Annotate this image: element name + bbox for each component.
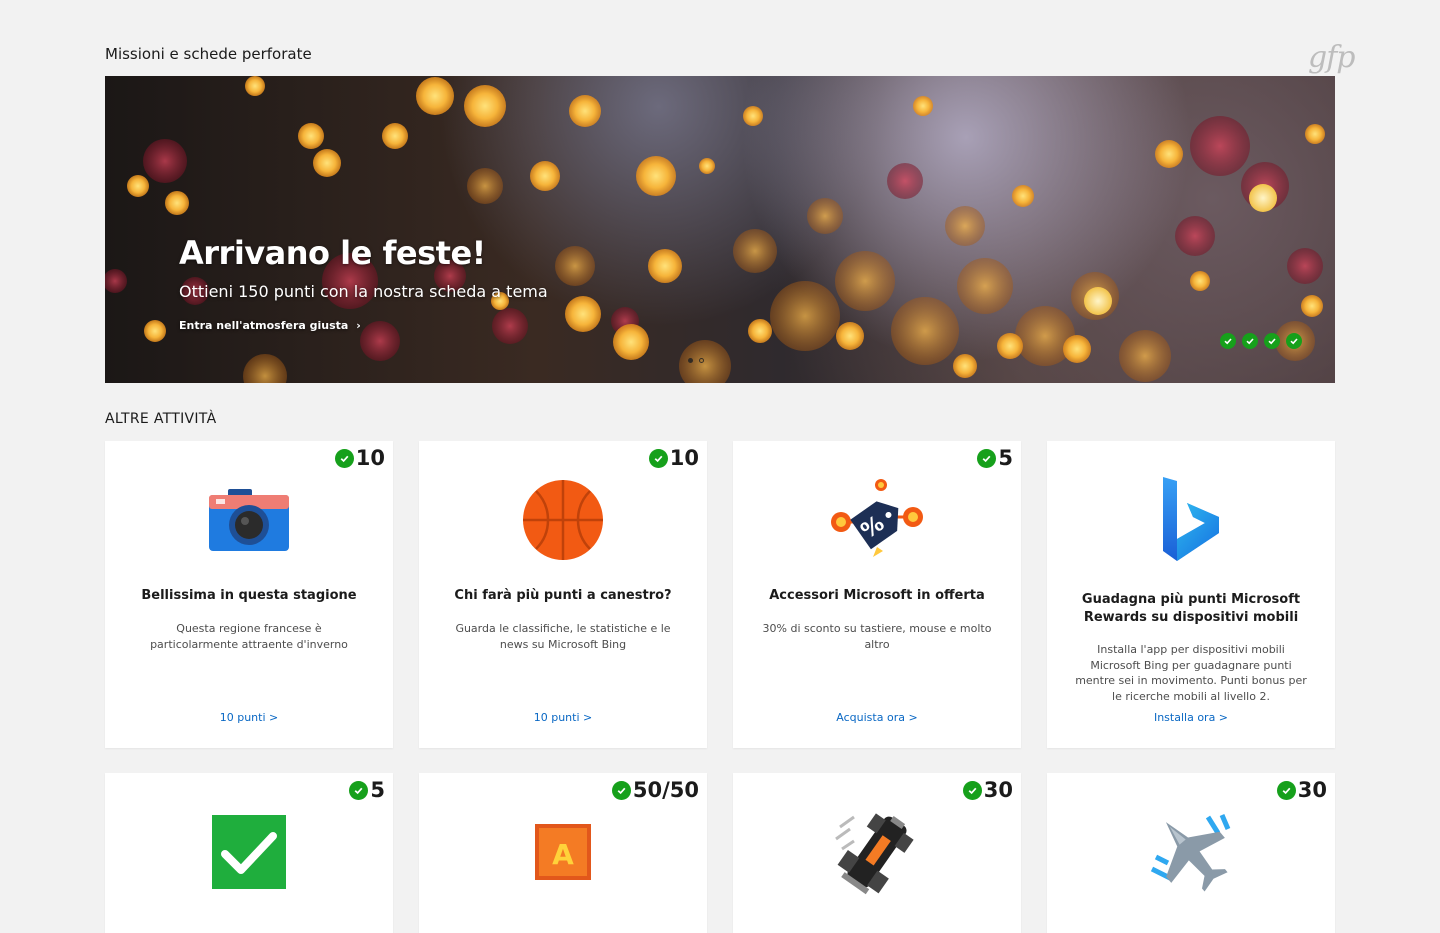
check-circle-icon: [1242, 333, 1258, 349]
basketball-icon: [419, 475, 707, 565]
hero-link-label: Entra nell'atmosfera giusta: [179, 319, 349, 332]
points-badge: 5: [977, 446, 1013, 470]
activity-card[interactable]: 5: [105, 773, 393, 933]
activity-card[interactable]: Guadagna più punti Microsoft Rewards su …: [1047, 441, 1335, 748]
points-value: 50/50: [632, 778, 699, 802]
hero-subtitle: Ottieni 150 punti con la nostra scheda a…: [179, 282, 548, 301]
card-title: Bellissima in questa stagione: [141, 588, 357, 603]
check-circle-icon: [1286, 333, 1302, 349]
card-link[interactable]: 10 punti >: [105, 711, 393, 724]
points-value: 5: [998, 446, 1013, 470]
check-circle-icon: [1220, 333, 1236, 349]
section-title: Missioni e schede perforate: [105, 45, 312, 63]
hero-progress-checks: [1220, 333, 1302, 349]
check-circle-icon: [648, 448, 668, 468]
points-badge: 50/50: [611, 778, 699, 802]
letter-block-icon: A: [419, 807, 707, 897]
hero-banner[interactable]: Arrivano le feste! Ottieni 150 punti con…: [105, 76, 1335, 383]
points-value: 30: [983, 778, 1013, 802]
jet-plane-icon: [1047, 807, 1335, 897]
check-circle-icon: [1264, 333, 1280, 349]
card-description: Questa regione francese è particolarment…: [150, 622, 348, 651]
activity-card[interactable]: 30: [1047, 773, 1335, 933]
points-badge: 30: [1276, 778, 1327, 802]
activity-card[interactable]: 10 Bellissima in questa stagione Questa r…: [105, 441, 393, 748]
check-circle-icon: [334, 448, 354, 468]
points-value: 30: [1297, 778, 1327, 802]
card-description: Guarda le classifiche, le statistiche e …: [455, 622, 671, 651]
card-link[interactable]: Installa ora >: [1047, 711, 1335, 724]
points-value: 10: [355, 446, 385, 470]
activity-card[interactable]: 5 % Accessori Microsoft in offerta 30% di…: [733, 441, 1021, 748]
card-link[interactable]: 10 punti >: [419, 711, 707, 724]
svg-text:A: A: [552, 838, 574, 871]
check-circle-icon: [1276, 780, 1296, 800]
carousel-dot[interactable]: [688, 358, 693, 363]
check-circle-icon: [349, 780, 369, 800]
check-circle-icon: [962, 780, 982, 800]
green-checkmark-icon: [105, 807, 393, 897]
hero-bokeh-image: [105, 76, 1325, 383]
hero-title: Arrivano le feste!: [179, 234, 486, 272]
carousel-dots[interactable]: [688, 358, 704, 363]
points-value: 5: [370, 778, 385, 802]
card-description: Installa l'app per dispositivi mobili Mi…: [1075, 643, 1307, 703]
card-title: Accessori Microsoft in offerta: [769, 588, 985, 603]
bing-logo-icon: [1047, 475, 1335, 565]
points-value: 10: [669, 446, 699, 470]
activity-card[interactable]: 50/50 A: [419, 773, 707, 933]
activity-card[interactable]: 10 Chi farà più punti a canestro? Guarda …: [419, 441, 707, 748]
chevron-right-icon: ›: [356, 319, 361, 332]
race-car-icon: [733, 807, 1021, 897]
carousel-dot[interactable]: [699, 358, 704, 363]
card-title: Chi farà più punti a canestro?: [454, 588, 672, 603]
points-badge: 10: [648, 446, 699, 470]
other-activities-title: ALTRE ATTIVITÀ: [105, 411, 217, 427]
card-title: Guadagna più punti Microsoft Rewards su …: [1081, 592, 1301, 625]
check-circle-icon: [611, 780, 631, 800]
discount-tag-icon: %: [733, 475, 1021, 565]
card-description: 30% di sconto su tastiere, mouse e molto…: [762, 622, 992, 651]
hero-link[interactable]: Entra nell'atmosfera giusta ›: [179, 319, 361, 332]
camera-icon: [105, 475, 393, 565]
check-circle-icon: [977, 448, 997, 468]
points-badge: 30: [962, 778, 1013, 802]
points-badge: 5: [349, 778, 385, 802]
activity-card[interactable]: 30: [733, 773, 1021, 933]
points-badge: 10: [334, 446, 385, 470]
watermark-logo: gfp: [1308, 40, 1356, 75]
card-link[interactable]: Acquista ora >: [733, 711, 1021, 724]
